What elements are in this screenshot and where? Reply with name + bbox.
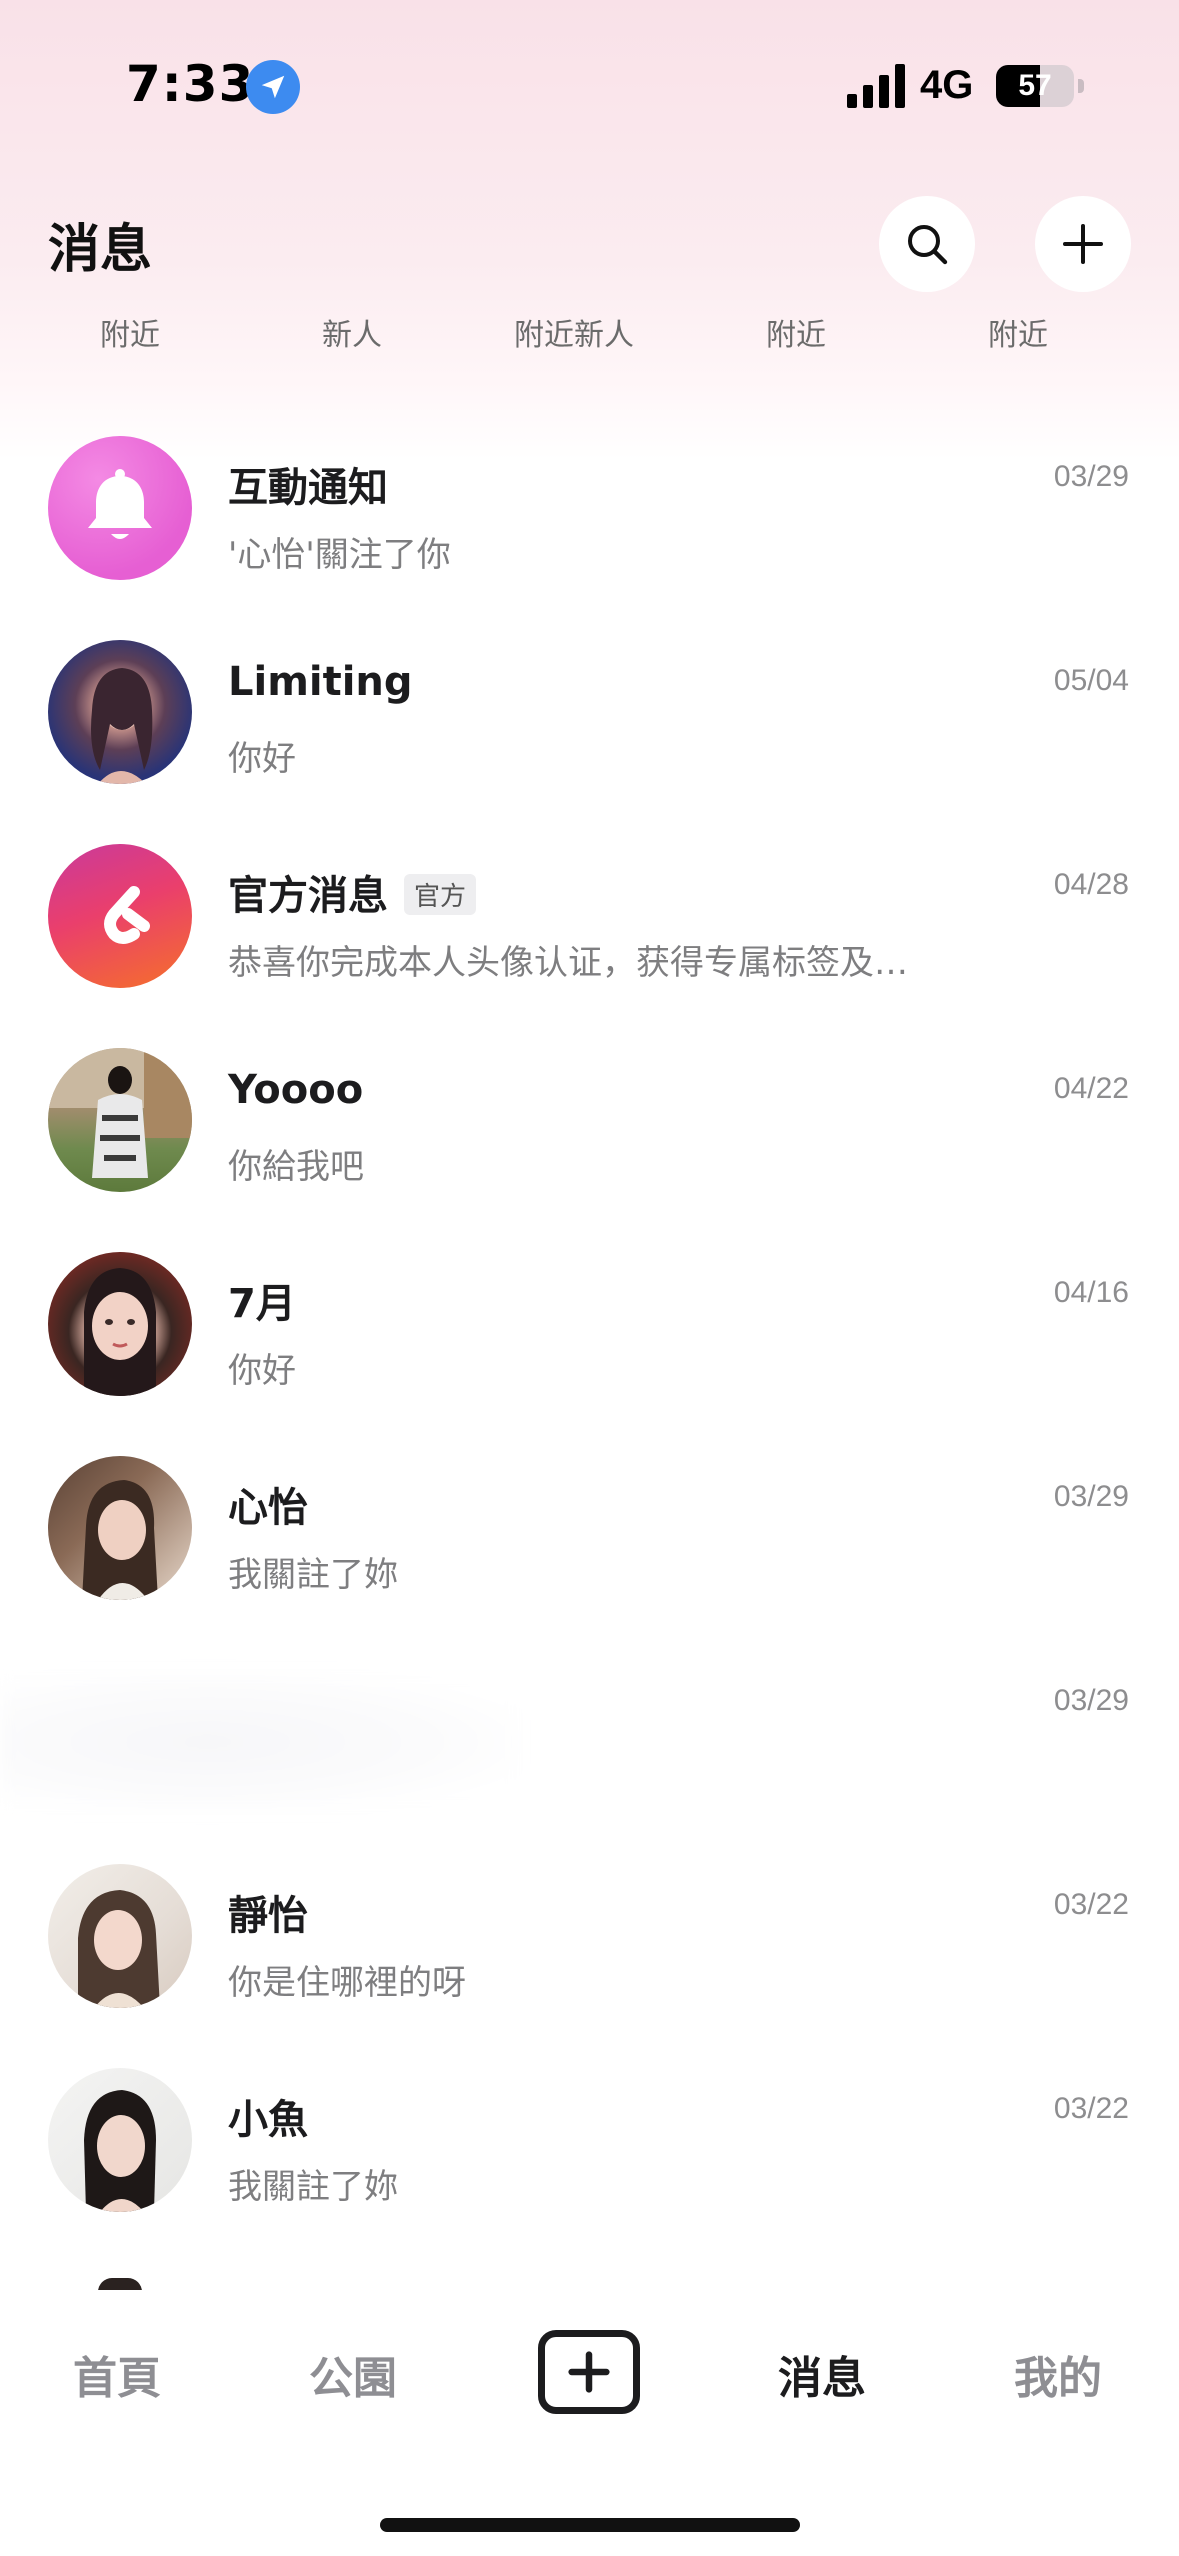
add-button[interactable] bbox=[1035, 196, 1131, 292]
plus-icon bbox=[1063, 224, 1103, 264]
conversation-row-july[interactable]: 7月 你好 04/16 bbox=[0, 1246, 1179, 1446]
conversation-row-limiting[interactable]: Limiting 你好 05/04 bbox=[0, 634, 1179, 834]
quick-tab-nearby-2[interactable]: 附近 bbox=[696, 310, 896, 354]
conversation-name-text: 官方消息 bbox=[228, 873, 388, 919]
create-post-button[interactable] bbox=[538, 2330, 640, 2414]
conversation-date: 04/16 bbox=[1053, 1276, 1129, 1309]
avatar bbox=[48, 1048, 192, 1192]
official-avatar bbox=[48, 844, 192, 988]
quick-tab-nearby-new[interactable]: 附近新人 bbox=[474, 310, 674, 354]
conversation-row-xiaoyu[interactable]: 小魚 我關註了妳 03/22 bbox=[0, 2062, 1179, 2262]
official-badge: 官方 bbox=[404, 873, 477, 915]
search-icon bbox=[908, 225, 948, 265]
conversation-name: 靜怡 bbox=[228, 1893, 308, 1939]
avatar bbox=[48, 2068, 192, 2212]
conversation-date: 03/29 bbox=[1053, 1480, 1129, 1513]
user-photo bbox=[48, 1048, 192, 1178]
conversation-date: 05/04 bbox=[1053, 664, 1129, 697]
conversation-name: Limiting bbox=[228, 659, 413, 705]
battery-icon: 57 bbox=[996, 65, 1074, 107]
user-photo bbox=[84, 2090, 156, 2212]
conversation-date: 03/22 bbox=[1053, 2092, 1129, 2125]
conversation-name: 官方消息 官方 bbox=[228, 863, 477, 921]
avatar bbox=[48, 640, 192, 784]
conversation-row-notifications[interactable]: 互動通知 '心怡'關注了你 03/29 bbox=[0, 430, 1179, 630]
tab-messages[interactable]: 消息 bbox=[742, 2342, 902, 2406]
conversation-row-yoooo[interactable]: Yoooo 你給我吧 04/22 bbox=[0, 1042, 1179, 1242]
conversation-date: 04/28 bbox=[1053, 868, 1129, 901]
conversation-preview: 你是住哪裡的呀 bbox=[228, 1963, 466, 2003]
tab-park[interactable]: 公園 bbox=[273, 2342, 433, 2406]
location-arrow-icon bbox=[246, 60, 300, 114]
page-title: 消息 bbox=[48, 220, 153, 280]
search-button[interactable] bbox=[879, 196, 975, 292]
avatar bbox=[48, 1252, 192, 1396]
user-photo bbox=[82, 1480, 158, 1600]
home-indicator bbox=[380, 2518, 800, 2532]
conversation-date: 03/29 bbox=[1053, 460, 1129, 493]
conversation-preview: 你好 bbox=[228, 739, 296, 779]
cellular-signal-icon bbox=[847, 64, 905, 108]
conversation-row-xinyi[interactable]: 心怡 我關註了妳 03/29 bbox=[0, 1450, 1179, 1650]
conversation-preview: 你好 bbox=[228, 1351, 296, 1391]
user-photo bbox=[78, 1890, 160, 2008]
battery-cap bbox=[1078, 79, 1084, 93]
app-logo-icon bbox=[104, 886, 150, 944]
conversation-row-jingyi[interactable]: 靜怡 你是住哪裡的呀 03/22 bbox=[0, 1858, 1179, 2058]
status-time: 7:33 bbox=[126, 55, 255, 113]
quick-tab-nearby[interactable]: 附近 bbox=[30, 310, 230, 354]
conversation-date: 03/22 bbox=[1053, 1888, 1129, 1921]
conversation-name: 心怡 bbox=[228, 1485, 308, 1531]
plus-square-icon bbox=[568, 2351, 610, 2393]
quick-tab-new[interactable]: 新人 bbox=[252, 310, 452, 354]
avatar bbox=[48, 1456, 192, 1600]
conversation-preview: '心怡'關注了你 bbox=[228, 535, 451, 575]
conversation-row-official[interactable]: 官方消息 官方 恭喜你完成本人头像认证，获得专属标签及… 04/28 bbox=[0, 838, 1179, 1038]
conversation-name: 7月 bbox=[228, 1281, 296, 1327]
quick-filter-tabs: 附近 新人 附近新人 附近 附近 bbox=[0, 310, 1179, 360]
conversation-name: Yoooo bbox=[228, 1067, 364, 1113]
notification-avatar bbox=[48, 436, 192, 580]
battery-percent: 57 bbox=[1018, 69, 1052, 102]
conversation-preview: 恭喜你完成本人头像认证，获得专属标签及… bbox=[228, 943, 908, 983]
status-bar: 7:33 4G 57 bbox=[0, 0, 1179, 180]
tab-profile[interactable]: 我的 bbox=[978, 2342, 1138, 2406]
conversation-date: 03/29 bbox=[1053, 1684, 1129, 1717]
avatar bbox=[48, 1864, 192, 2008]
quick-tab-nearby-3[interactable]: 附近 bbox=[918, 310, 1118, 354]
messages-screen: 7:33 4G 57 消息 附近 新人 附近新人 附近 附近 互動通知 '心怡'… bbox=[0, 0, 1179, 2556]
user-photo bbox=[91, 668, 153, 784]
conversation-date: 04/22 bbox=[1053, 1072, 1129, 1105]
tab-home[interactable]: 首頁 bbox=[37, 2342, 197, 2406]
conversation-preview: 我關註了妳 bbox=[228, 1555, 398, 1595]
conversation-row-hidden[interactable]: 03/29 bbox=[0, 1654, 1179, 1854]
conversation-name: 互動通知 bbox=[228, 465, 388, 511]
bell-icon bbox=[88, 469, 152, 539]
user-photo bbox=[84, 1268, 156, 1396]
tab-bar: 首頁 公園 消息 我的 bbox=[0, 2290, 1179, 2556]
blurred-content bbox=[0, 1672, 520, 1812]
conversation-preview: 你給我吧 bbox=[228, 1147, 364, 1187]
conversation-preview: 我關註了妳 bbox=[228, 2167, 398, 2207]
network-type: 4G bbox=[920, 63, 974, 107]
conversation-name: 小魚 bbox=[228, 2097, 308, 2143]
